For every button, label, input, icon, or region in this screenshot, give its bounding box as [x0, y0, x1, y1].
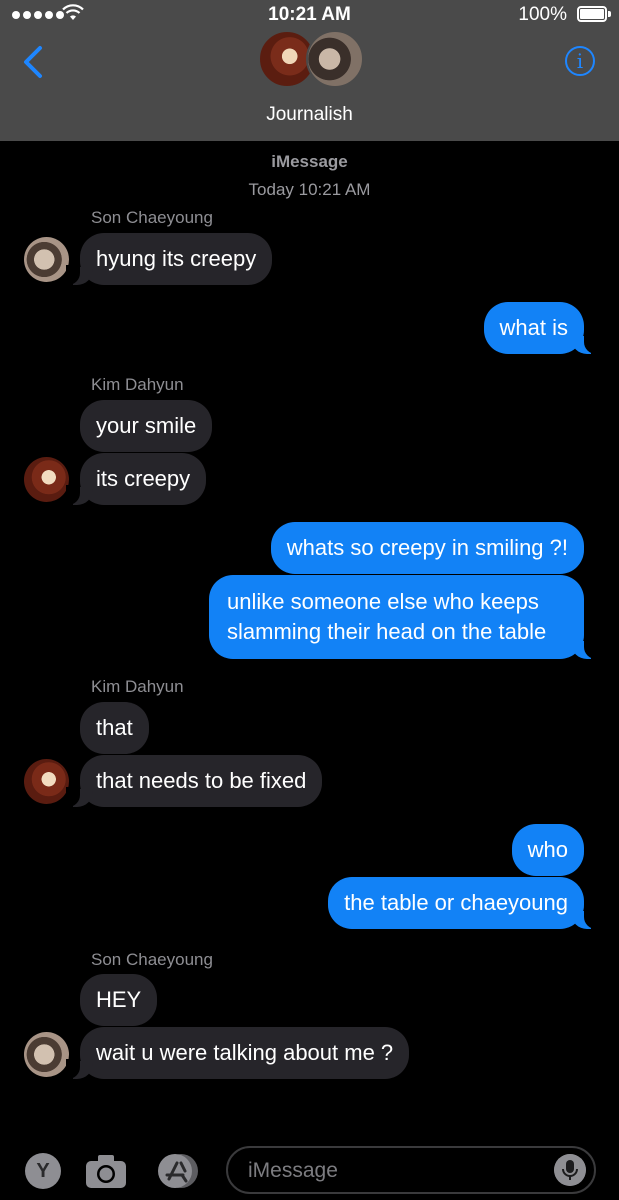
camera-icon[interactable] [84, 1152, 128, 1190]
outgoing-message[interactable]: who [511, 824, 584, 876]
battery-tip-icon [608, 11, 611, 17]
sender-name: Son Chaeyoung [91, 208, 213, 227]
avatar-son-chaeyoung[interactable] [24, 237, 69, 282]
compose-bar: Y [0, 1140, 619, 1200]
back-chevron-icon[interactable] [18, 42, 48, 82]
battery-icon [577, 6, 607, 22]
message-input[interactable] [246, 1148, 550, 1194]
outgoing-message[interactable]: what is [483, 302, 599, 354]
incoming-message[interactable]: that [80, 702, 149, 754]
group-name[interactable]: Journalish [0, 104, 619, 126]
info-icon[interactable]: i [565, 46, 595, 76]
conversation-header: 10:21 AM 100% Journalish i [0, 0, 619, 141]
sender-name: Son Chaeyoung [91, 950, 213, 969]
incoming-message[interactable]: that needs to be fixed [65, 755, 323, 807]
avatar-kim-dahyun[interactable] [24, 457, 69, 502]
sender-name: Kim Dahyun [91, 677, 184, 696]
app-store-icon[interactable] [154, 1152, 202, 1190]
incoming-message[interactable]: its creepy [65, 453, 207, 505]
sender-name: Kim Dahyun [91, 375, 184, 394]
group-avatars[interactable] [258, 30, 364, 90]
y-app-button[interactable]: Y [25, 1153, 61, 1189]
avatar-son-chaeyoung [306, 30, 364, 88]
incoming-message[interactable]: your smile [80, 400, 213, 452]
outgoing-message[interactable]: whats so creepy in smiling ?! [270, 522, 584, 574]
service-label: iMessage [271, 152, 348, 171]
incoming-message[interactable]: HEY [80, 974, 158, 1026]
outgoing-message[interactable]: unlike someone else who keeps slamming t… [209, 575, 598, 659]
microphone-icon[interactable] [554, 1154, 586, 1186]
status-bar: 10:21 AM 100% [0, 0, 619, 30]
incoming-message[interactable]: hyung its creepy [65, 233, 273, 285]
battery-percent: 100% [518, 4, 567, 25]
avatar-son-chaeyoung[interactable] [24, 1032, 69, 1077]
thread-timestamp: Today 10:21 AM [248, 180, 371, 199]
outgoing-message[interactable]: the table or chaeyoung [328, 877, 598, 929]
avatar-kim-dahyun[interactable] [24, 759, 69, 804]
message-input-wrapper [226, 1146, 596, 1194]
incoming-message[interactable]: wait u were talking about me ? [65, 1027, 410, 1079]
